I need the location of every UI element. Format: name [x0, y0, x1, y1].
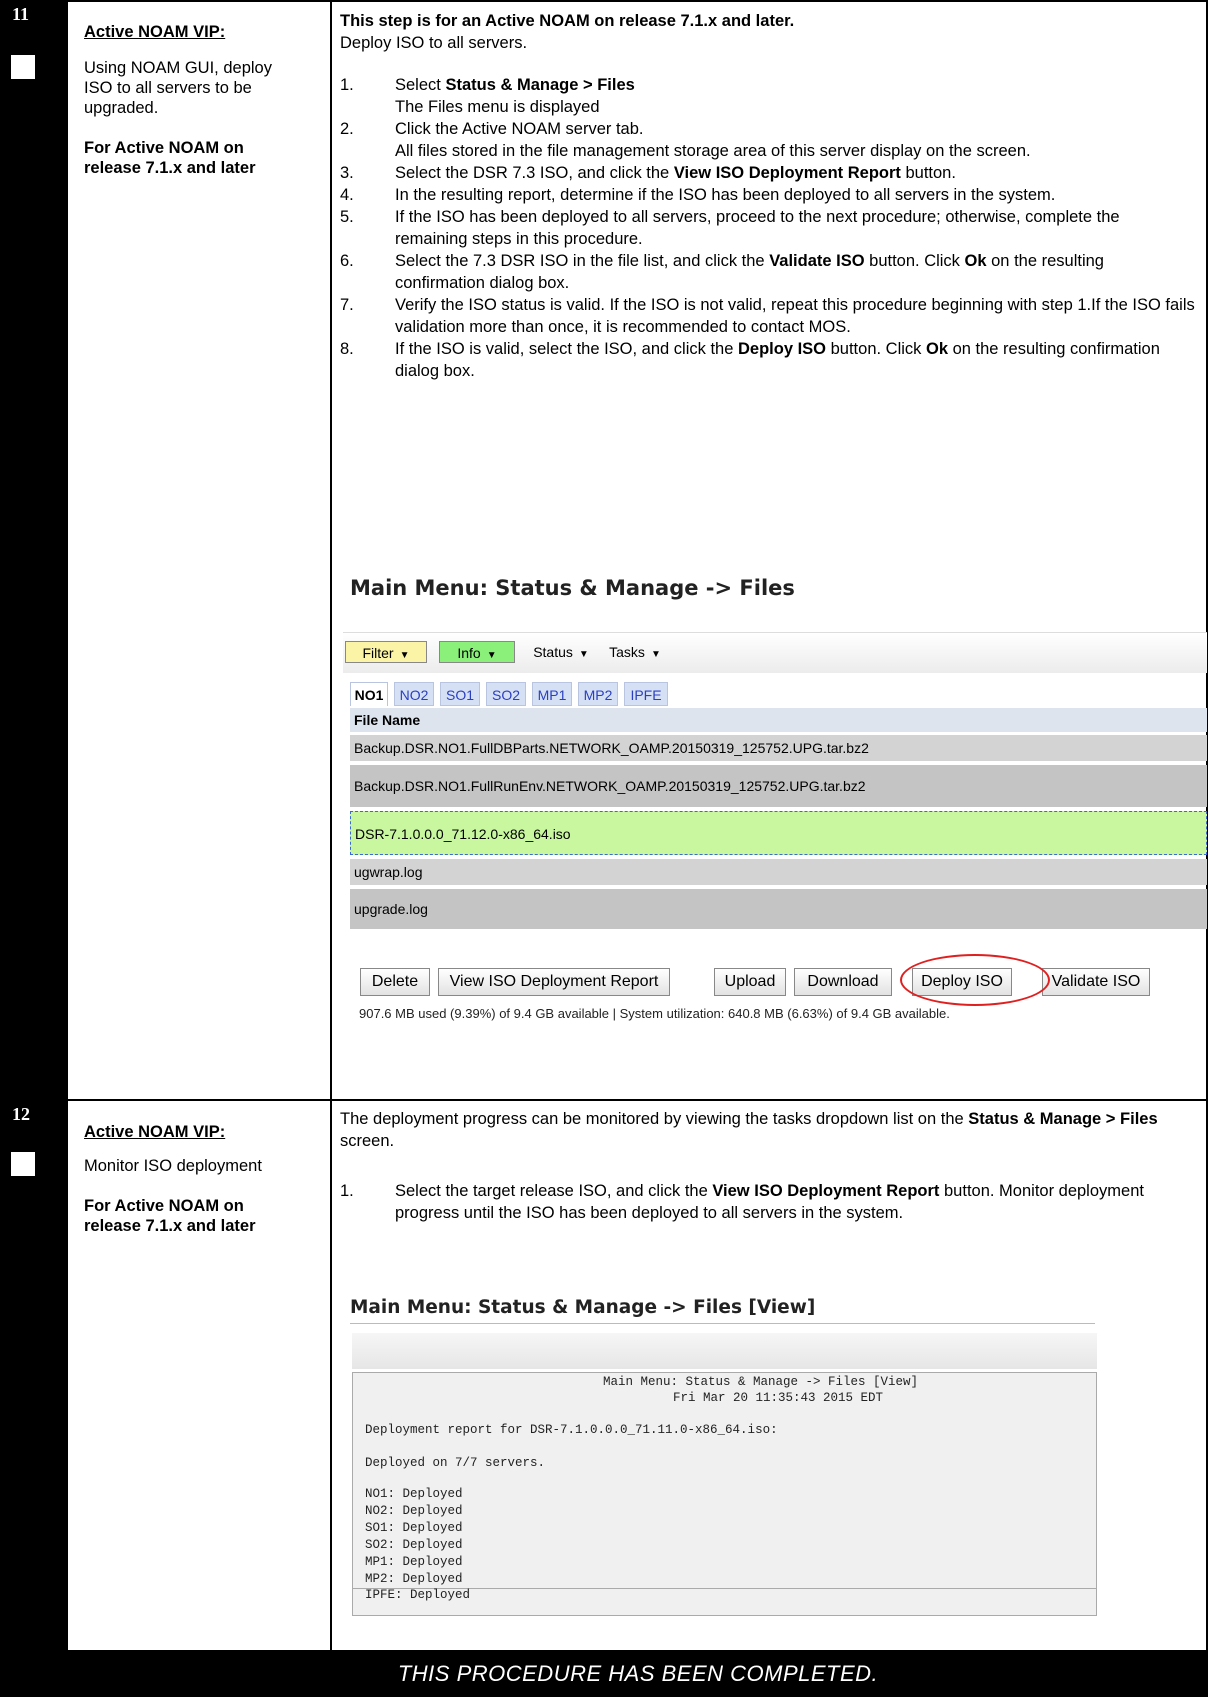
list-item: 1. Select the target release ISO, and cl… [340, 1182, 1144, 1222]
report-date: Fri Mar 20 11:35:43 2015 EDT [673, 1391, 884, 1405]
step-12-description: Active NOAM VIP: Monitor ISO deployment … [84, 1122, 324, 1236]
step-11-release-note: For Active NOAM on release 7.1.x and lat… [84, 139, 256, 177]
report-server-line: MP2: Deployed [365, 1572, 463, 1586]
table-top-border [68, 0, 1208, 2]
report-server-line: SO2: Deployed [365, 1538, 463, 1552]
file-name-column-header: File Name [350, 708, 1207, 732]
step-12-checkbox[interactable] [11, 1152, 35, 1176]
step-11-body: This step is for an Active NOAM on relea… [340, 10, 1195, 382]
list-item: 2. Click the Active NOAM server tab. All f… [340, 118, 1195, 162]
report-header: Main Menu: Status & Manage -> Files [Vie… [603, 1375, 919, 1389]
step-12-release-note: For Active NOAM on release 7.1.x and lat… [84, 1197, 256, 1235]
highlight-circle [900, 954, 1050, 1006]
deployment-report-tail: IPFE: Deployed [352, 1588, 1097, 1616]
filter-button[interactable]: Filter ▼ [345, 641, 427, 663]
files-view-screen-title: Main Menu: Status & Manage -> Files [Vie… [350, 1297, 816, 1318]
report-server-line: NO1: Deployed [365, 1487, 463, 1501]
step-11-number: 11 [12, 4, 30, 24]
chevron-down-icon: ▼ [486, 650, 497, 661]
tab-no2[interactable]: NO2 [394, 682, 434, 706]
step-12-number: 12 [12, 1104, 30, 1124]
report-server-line: IPFE: Deployed [365, 1588, 471, 1602]
tab-no1[interactable]: NO1 [350, 682, 388, 706]
tasks-menu[interactable]: Tasks ▼ [605, 641, 665, 663]
list-item-detail: The Files menu is displayed [395, 98, 600, 116]
tab-so2[interactable]: SO2 [486, 682, 526, 706]
tab-mp2[interactable]: MP2 [578, 682, 618, 706]
report-iso-line: Deployment report for DSR-7.1.0.0.0_71.1… [365, 1423, 778, 1437]
list-item: 6. Select the 7.3 DSR ISO in the file lis… [340, 252, 1104, 292]
step-11-checkbox[interactable] [11, 55, 35, 79]
tab-so1[interactable]: SO1 [440, 682, 480, 706]
step-12-title: Active NOAM VIP: [84, 1123, 226, 1141]
procedure-complete-banner: THIS PROCEDURE HAS BEEN COMPLETED. [68, 1650, 1208, 1697]
tab-ipfe[interactable]: IPFE [624, 682, 668, 706]
column-divider [330, 0, 332, 1650]
divider [350, 1323, 1095, 1324]
file-table: File Name Backup.DSR.NO1.FullDBParts.NET… [350, 708, 1207, 929]
delete-button[interactable]: Delete [360, 968, 430, 996]
chevron-down-icon: ▼ [650, 649, 661, 660]
list-item: 8. If the ISO is valid, select the ISO, a… [340, 340, 1160, 380]
step-12-intro: The deployment progress can be monitored… [340, 1110, 1158, 1150]
table-row[interactable]: Backup.DSR.NO1.FullRunEnv.NETWORK_OAMP.2… [350, 765, 1207, 807]
chevron-down-icon: ▼ [578, 649, 589, 660]
step-12-instruction-list: 1. Select the target release ISO, and cl… [340, 1180, 1195, 1224]
upload-button[interactable]: Upload [714, 968, 786, 996]
step-11-intro: Deploy ISO to all servers. [340, 34, 528, 52]
tab-mp1[interactable]: MP1 [532, 682, 572, 706]
list-item-detail: All files stored in the file management … [395, 142, 1031, 160]
files-toolbar: Filter ▼ Info ▼ Status ▼ Tasks ▼ [343, 632, 1207, 673]
table-row-selected[interactable]: DSR-7.1.0.0.0_71.12.0-x86_64.iso [350, 811, 1207, 855]
step-11-description: Active NOAM VIP: Using NOAM GUI, deploy … [84, 22, 324, 178]
step-11-title: Active NOAM VIP: [84, 23, 226, 41]
report-server-line: SO1: Deployed [365, 1521, 463, 1535]
table-row[interactable]: upgrade.log [350, 889, 1207, 929]
list-item: 1. Select Status & Manage > Files The File… [340, 74, 1195, 118]
deployment-report: Main Menu: Status & Manage -> Files [Vie… [352, 1372, 1097, 1589]
view-toolbar [352, 1333, 1097, 1369]
download-button[interactable]: Download [794, 968, 892, 996]
list-item: 3. Select the DSR 7.3 ISO, and click the … [340, 164, 956, 182]
list-item: 7. Verify the ISO status is valid. If the… [340, 296, 1195, 336]
step-separator [68, 1099, 1208, 1101]
report-deployed-count: Deployed on 7/7 servers. [365, 1456, 546, 1470]
table-row[interactable]: Backup.DSR.NO1.FullDBParts.NETWORK_OAMP.… [350, 735, 1207, 761]
step-12-instruction: Monitor ISO deployment [84, 1157, 262, 1175]
chevron-down-icon: ▼ [399, 650, 410, 661]
list-item: 4. In the resulting report, determine if … [340, 186, 1056, 204]
step-number-column [0, 0, 68, 1697]
step-11-instruction-list: 1. Select Status & Manage > Files The File… [340, 74, 1195, 382]
report-server-line: MP1: Deployed [365, 1555, 463, 1569]
list-item: 5. If the ISO has been deployed to all se… [340, 208, 1120, 248]
info-button[interactable]: Info ▼ [439, 641, 515, 663]
step-11-intro-bold: This step is for an Active NOAM on relea… [340, 12, 795, 30]
step-11-instruction: Using NOAM GUI, deploy ISO to all server… [84, 59, 272, 117]
report-server-line: NO2: Deployed [365, 1504, 463, 1518]
step-12-body: The deployment progress can be monitored… [340, 1108, 1195, 1224]
storage-usage-text: 907.6 MB used (9.39%) of 9.4 GB availabl… [359, 1006, 950, 1021]
view-iso-deployment-report-button[interactable]: View ISO Deployment Report [438, 968, 670, 996]
files-screen-title: Main Menu: Status & Manage -> Files [350, 576, 795, 600]
status-menu[interactable]: Status ▼ [531, 641, 591, 663]
validate-iso-button[interactable]: Validate ISO [1042, 968, 1150, 996]
table-row[interactable]: ugwrap.log [350, 859, 1207, 885]
